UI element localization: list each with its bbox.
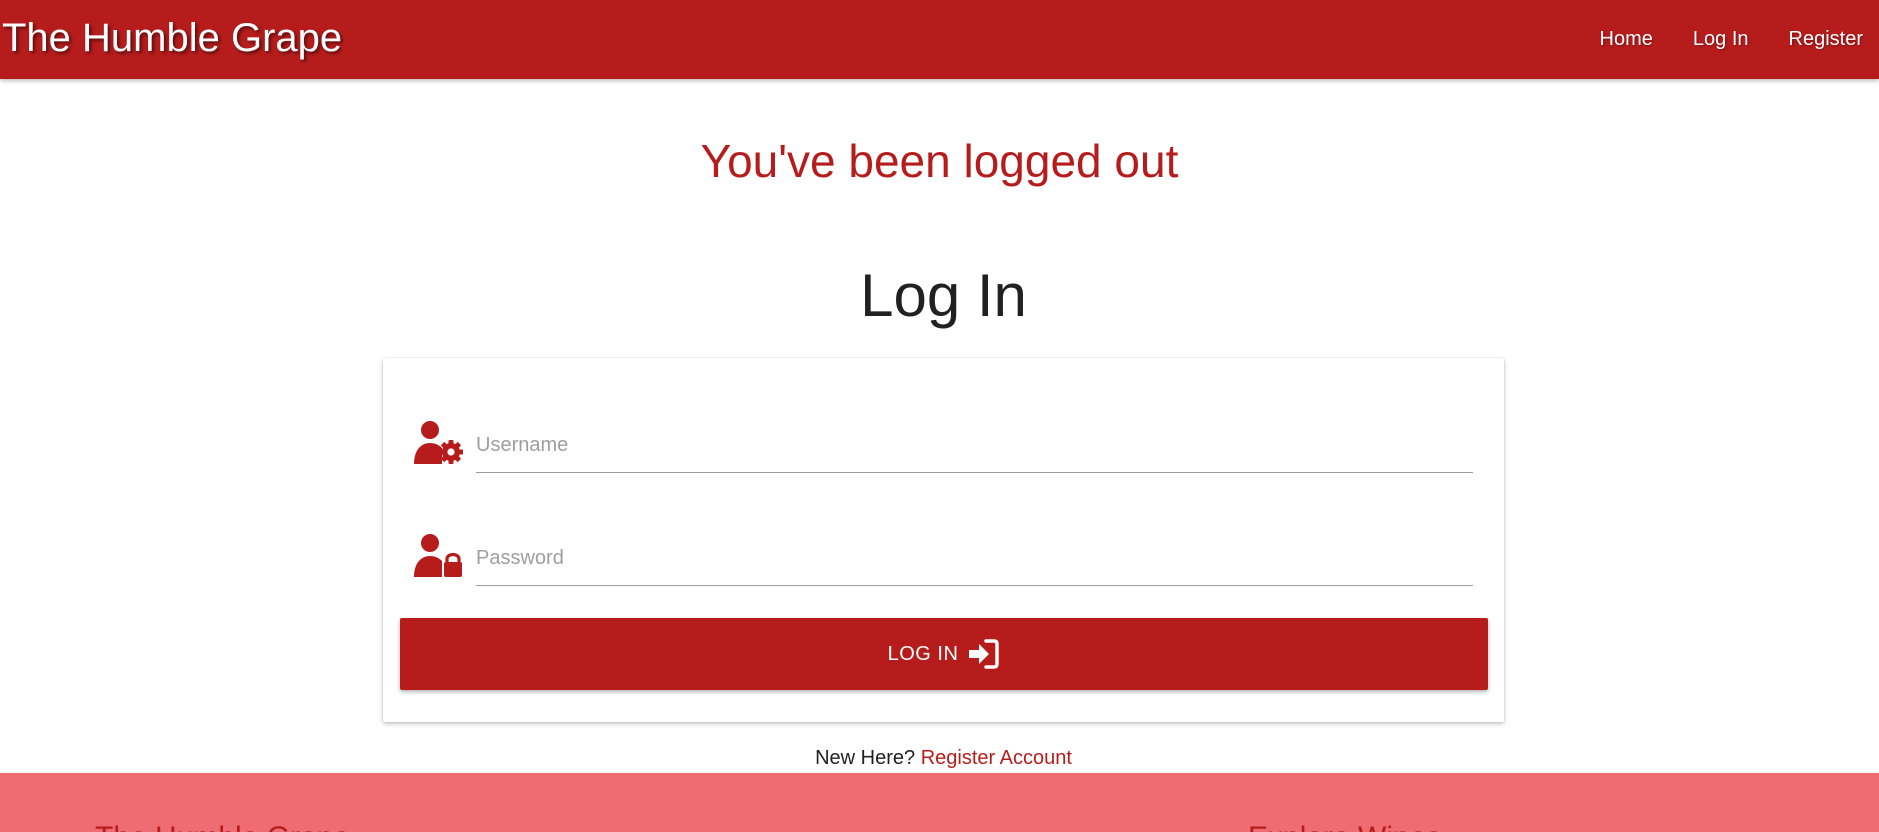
username-field [413,418,1477,474]
register-prompt-text: New Here? [815,747,916,769]
nav-link-register[interactable]: Register [1769,28,1879,51]
flash-message: You've been logged out [700,135,1179,187]
register-account-link[interactable]: Register Account [921,747,1072,769]
page-title: Log In [860,262,1027,329]
footer-explore-heading: Explore Wines [1248,821,1441,832]
footer: The Humble Grape Explore Wines [0,773,1879,832]
nav-link-login[interactable]: Log In [1673,28,1769,51]
nav-links: Home Log In Register [1580,0,1879,79]
nav-link-home[interactable]: Home [1580,28,1673,51]
password-input[interactable] [476,531,1473,586]
footer-brand-heading: The Humble Grape [95,821,350,832]
brand-logo[interactable]: The Humble Grape [2,14,342,62]
username-input[interactable] [476,418,1473,473]
user-lock-icon [414,534,462,577]
login-button-label: LOG IN [887,642,959,665]
password-field [413,531,1477,587]
user-gear-icon [414,421,463,464]
login-card: LOG IN [383,358,1504,722]
top-navbar: The Humble Grape Home Log In Register [0,0,1879,79]
register-prompt: New Here? Register Account [0,747,1879,770]
main-content: You've been logged out Log In Username L… [0,79,1879,773]
sign-in-icon [969,639,1000,669]
login-button[interactable]: LOG IN [400,618,1488,690]
